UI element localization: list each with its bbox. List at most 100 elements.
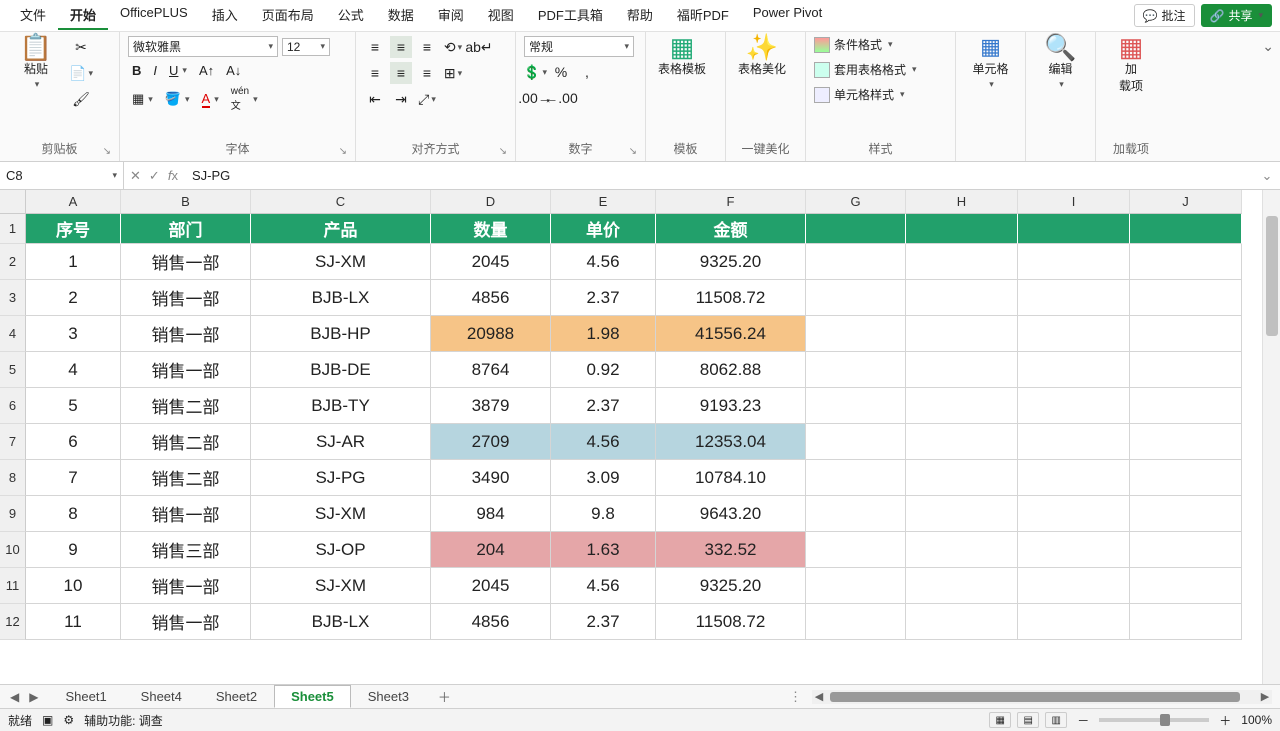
menu-item-6[interactable]: 数据: [376, 1, 426, 30]
cell[interactable]: [1130, 214, 1242, 244]
cell[interactable]: 20988: [431, 316, 551, 352]
cell[interactable]: [906, 604, 1018, 640]
italic-button[interactable]: I: [149, 61, 161, 80]
cell[interactable]: 部门: [121, 214, 251, 244]
cell[interactable]: [1130, 460, 1242, 496]
cell[interactable]: [1018, 280, 1130, 316]
cell[interactable]: 销售一部: [121, 496, 251, 532]
cell[interactable]: [1018, 424, 1130, 460]
phonetic-button[interactable]: wén文▾: [227, 84, 262, 114]
cell[interactable]: [1018, 496, 1130, 532]
cell[interactable]: 3879: [431, 388, 551, 424]
cell[interactable]: 9643.20: [656, 496, 806, 532]
ribbon-collapse-icon[interactable]: ⌄: [1262, 38, 1274, 55]
cell-style-button[interactable]: 单元格样式▾: [814, 86, 905, 103]
cell[interactable]: 2: [26, 280, 121, 316]
zoom-in-icon[interactable]: ＋: [1219, 712, 1231, 729]
sheet-tab[interactable]: Sheet1: [48, 685, 123, 708]
conditional-format-button[interactable]: 条件格式▾: [814, 36, 893, 53]
cell[interactable]: 2.37: [551, 604, 656, 640]
cell[interactable]: BJB-TY: [251, 388, 431, 424]
cell[interactable]: 6: [26, 424, 121, 460]
cell[interactable]: 4: [26, 352, 121, 388]
cell[interactable]: [1018, 604, 1130, 640]
col-header-H[interactable]: H: [906, 190, 1018, 214]
cell[interactable]: 9.8: [551, 496, 656, 532]
cell[interactable]: 9: [26, 532, 121, 568]
cell[interactable]: [1018, 568, 1130, 604]
cell[interactable]: [906, 496, 1018, 532]
cell[interactable]: [1130, 604, 1242, 640]
scrollbar-thumb[interactable]: [1266, 216, 1278, 336]
cell[interactable]: [906, 460, 1018, 496]
cell[interactable]: [806, 316, 906, 352]
cell[interactable]: 4856: [431, 604, 551, 640]
cell[interactable]: [906, 214, 1018, 244]
cell[interactable]: 销售二部: [121, 460, 251, 496]
dialog-launcher-icon[interactable]: ↘: [103, 146, 111, 157]
cell[interactable]: [906, 316, 1018, 352]
cell[interactable]: 10: [26, 568, 121, 604]
align-middle-icon[interactable]: ≡: [390, 36, 412, 58]
orientation2-icon[interactable]: ⤢▾: [416, 88, 438, 110]
col-header-C[interactable]: C: [251, 190, 431, 214]
align-left-icon[interactable]: ≡: [364, 62, 386, 84]
cell[interactable]: 销售一部: [121, 352, 251, 388]
fx-icon[interactable]: fx: [168, 168, 178, 183]
menu-item-0[interactable]: 文件: [8, 1, 58, 30]
cell[interactable]: 332.52: [656, 532, 806, 568]
menu-item-9[interactable]: PDF工具箱: [526, 1, 615, 30]
cell[interactable]: 4856: [431, 280, 551, 316]
cell[interactable]: [1130, 316, 1242, 352]
cell[interactable]: 金额: [656, 214, 806, 244]
col-header-I[interactable]: I: [1018, 190, 1130, 214]
cell[interactable]: 3: [26, 316, 121, 352]
cell[interactable]: [806, 532, 906, 568]
cell[interactable]: 序号: [26, 214, 121, 244]
format-painter-icon[interactable]: 🖌: [70, 88, 92, 110]
col-header-A[interactable]: A: [26, 190, 121, 214]
cell[interactable]: 2045: [431, 568, 551, 604]
cell[interactable]: BJB-LX: [251, 280, 431, 316]
dialog-launcher-icon[interactable]: ↘: [339, 146, 347, 157]
cell[interactable]: 4.56: [551, 424, 656, 460]
cell[interactable]: 11: [26, 604, 121, 640]
cell[interactable]: SJ-AR: [251, 424, 431, 460]
col-header-F[interactable]: F: [656, 190, 806, 214]
page-layout-view-icon[interactable]: ▤: [1017, 712, 1039, 728]
cell[interactable]: [906, 568, 1018, 604]
table-template-button[interactable]: ▦表格模板: [654, 36, 710, 77]
normal-view-icon[interactable]: ▦: [989, 712, 1011, 728]
cell[interactable]: [906, 532, 1018, 568]
accessibility-icon[interactable]: ⚙: [63, 713, 74, 727]
row-header[interactable]: 8: [0, 460, 26, 496]
cell[interactable]: [806, 460, 906, 496]
number-format-combo[interactable]: 常规▾: [524, 36, 634, 57]
cell[interactable]: 5: [26, 388, 121, 424]
cell[interactable]: BJB-HP: [251, 316, 431, 352]
align-bottom-icon[interactable]: ≡: [416, 36, 438, 58]
cell[interactable]: 2.37: [551, 388, 656, 424]
cell[interactable]: 4.56: [551, 244, 656, 280]
enter-icon[interactable]: ✓: [149, 168, 160, 184]
row-header[interactable]: 2: [0, 244, 26, 280]
zoom-out-icon[interactable]: －: [1077, 712, 1089, 729]
cell[interactable]: [806, 214, 906, 244]
decrease-font-button[interactable]: A↓: [222, 61, 245, 80]
cell[interactable]: [1018, 352, 1130, 388]
sheet-tab[interactable]: Sheet3: [351, 685, 426, 708]
zoom-slider[interactable]: [1099, 718, 1209, 722]
cell[interactable]: [906, 244, 1018, 280]
cut-icon[interactable]: ✂: [70, 36, 92, 58]
addins-button[interactable]: ▦加 载项: [1104, 36, 1158, 94]
tab-options-icon[interactable]: ⋮: [779, 689, 812, 705]
row-header[interactable]: 5: [0, 352, 26, 388]
dialog-launcher-icon[interactable]: ↘: [629, 146, 637, 157]
menu-item-10[interactable]: 帮助: [615, 1, 665, 30]
cell[interactable]: 3490: [431, 460, 551, 496]
cell[interactable]: 984: [431, 496, 551, 532]
cell[interactable]: [806, 604, 906, 640]
cell[interactable]: 销售一部: [121, 604, 251, 640]
scroll-right-icon[interactable]: ▶: [1258, 690, 1272, 703]
cell[interactable]: 41556.24: [656, 316, 806, 352]
